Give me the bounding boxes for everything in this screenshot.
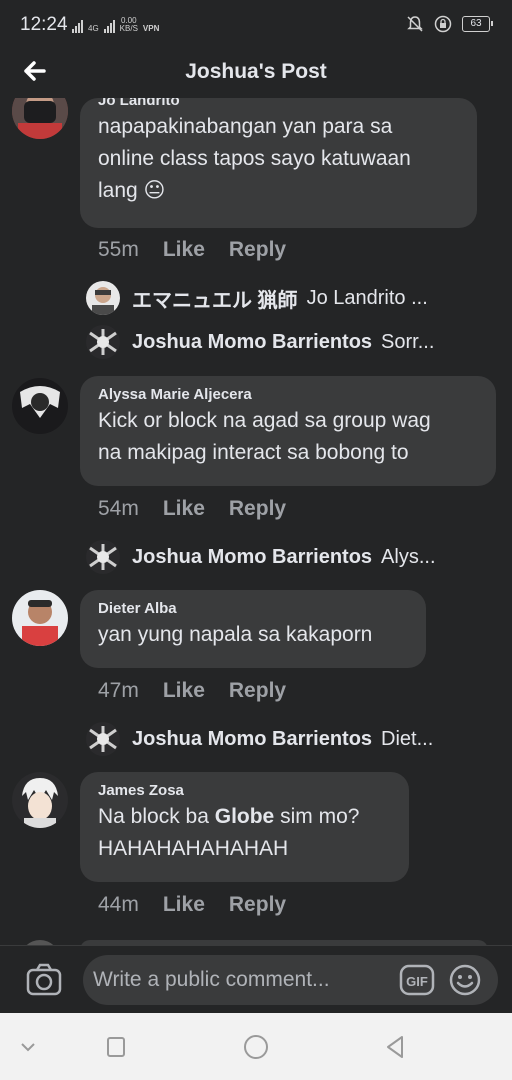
reply-avatar-image <box>86 540 120 574</box>
like-button[interactable]: Like <box>163 497 205 521</box>
like-button[interactable]: Like <box>163 893 205 917</box>
vpn-icon: VPN <box>142 24 160 33</box>
reply-text: Sorr... <box>381 330 435 353</box>
avatar[interactable] <box>12 590 68 646</box>
avatar[interactable] <box>12 98 68 139</box>
comment-bubble[interactable]: James Zosa Na block ba Globe sim mo? HAH… <box>80 772 409 882</box>
reply-button[interactable]: Reply <box>229 497 286 521</box>
reply-avatar <box>86 325 120 359</box>
reply-author: Joshua Momo Barrientos <box>132 330 373 353</box>
avatar-image <box>12 98 68 139</box>
battery-icon: 63 <box>462 16 493 32</box>
comment-composer: Write a public comment... GIF <box>0 945 512 1013</box>
reply-button[interactable]: Reply <box>229 893 286 917</box>
like-button[interactable]: Like <box>163 238 205 262</box>
reply-author: Joshua Momo Barrientos <box>132 727 373 750</box>
comment-bubble[interactable]: Alyssa Marie Aljecera Kick or block na a… <box>80 376 496 486</box>
status-time: 12:24 <box>20 14 68 35</box>
comment-time: 54m <box>98 497 139 520</box>
reply-author: Joshua Momo Barrientos <box>132 545 373 568</box>
comment-time: 55m <box>98 238 139 261</box>
comment-time: 44m <box>98 893 139 916</box>
post-header: Joshua's Post <box>0 50 512 98</box>
comment-actions: 55m Like Reply <box>98 238 286 262</box>
comment-actions: 54m Like Reply <box>98 497 286 521</box>
reply-author: エマニュエル 猟師 <box>132 289 298 312</box>
comment-text-part: sim mo? <box>274 805 360 828</box>
comment-author[interactable]: Dieter Alba <box>98 600 408 617</box>
comment-text-line: Na block ba Globe sim mo? <box>98 801 391 833</box>
camera-icon[interactable] <box>24 960 64 1000</box>
reply-text: Alys... <box>381 545 436 568</box>
reply-preview[interactable]: Joshua Momo Barrientos Sorr... <box>86 324 486 360</box>
comments-feed[interactable]: Jo Landrito napapakinabangan yan para sa… <box>0 98 512 945</box>
comment-author[interactable]: Jo Landrito <box>98 98 459 109</box>
comment-text-line: yan yung napala sa kakaporn <box>98 623 373 646</box>
reply-avatar <box>86 540 120 574</box>
avatar[interactable] <box>12 772 68 828</box>
reply-preview[interactable]: Joshua Momo Barrientos Alys... <box>86 539 486 575</box>
chevron-down-icon[interactable] <box>14 1033 42 1061</box>
reply-text: Jo Landrito ... <box>306 286 428 309</box>
reply-preview[interactable]: Joshua Momo Barrientos Diet... <box>86 721 486 757</box>
comment-text-line: Kick or block na agad sa group wag <box>98 409 431 432</box>
comment-text-line: lang 😐 <box>98 179 166 202</box>
avatar[interactable] <box>12 378 68 434</box>
speed-unit: KB/S <box>119 24 138 33</box>
comment-input-placeholder: Write a public comment... <box>93 968 330 991</box>
status-bar: 12:24 4G 0.00 KB/S VPN 63 <box>0 0 512 50</box>
reply-avatar-image <box>86 722 120 756</box>
avatar-image <box>12 772 68 828</box>
avatar-image <box>12 378 68 434</box>
triangle-back-icon[interactable] <box>382 1033 410 1061</box>
comment-text-bold: Globe <box>214 805 275 828</box>
reply-text: Diet... <box>381 727 434 750</box>
reply-avatar <box>86 722 120 756</box>
system-nav-bar <box>0 1013 512 1080</box>
signal-icon-2 <box>103 19 115 33</box>
reply-avatar <box>86 281 120 315</box>
emoji-icon[interactable] <box>448 963 482 997</box>
lock-rotation-icon <box>434 15 452 33</box>
circle-home-icon[interactable] <box>242 1033 270 1061</box>
square-recents-icon[interactable] <box>102 1033 130 1061</box>
signal-icon <box>72 19 83 33</box>
reply-button[interactable]: Reply <box>229 238 286 262</box>
avatar-image <box>12 590 68 646</box>
comment-author[interactable]: Alyssa Marie Aljecera <box>98 386 478 403</box>
comment-text-line: HAHAHAHAHAHAH <box>98 837 289 860</box>
comment-time: 47m <box>98 679 139 702</box>
network-indicators: 4G 0.00 KB/S VPN <box>72 17 159 33</box>
network-type: 4G <box>88 24 99 33</box>
reply-avatar-image <box>86 325 120 359</box>
comment-text-line: napapakinabangan yan para sa <box>98 115 393 138</box>
comment-actions: 47m Like Reply <box>98 679 286 703</box>
comment-bubble[interactable]: Jo Landrito napapakinabangan yan para sa… <box>80 98 477 228</box>
bell-muted-icon <box>407 16 423 32</box>
comment-text-part: Na block ba <box>98 805 215 828</box>
reply-avatar-image <box>86 281 120 315</box>
page-title: Joshua's Post <box>185 60 327 83</box>
reply-button[interactable]: Reply <box>229 679 286 703</box>
like-button[interactable]: Like <box>163 679 205 703</box>
comment-input[interactable]: Write a public comment... GIF <box>83 955 498 1005</box>
comment-text-line: na makipag interact sa bobong to <box>98 441 409 464</box>
data-speed: 0.00 KB/S <box>120 17 138 33</box>
reply-preview[interactable]: エマニュエル 猟師 Jo Landrito ... <box>86 280 486 316</box>
comment-bubble[interactable]: Dieter Alba yan yung napala sa kakaporn <box>80 590 426 668</box>
status-right: 63 <box>406 15 493 33</box>
comment-text-line: online class tapos sayo katuwaan <box>98 147 411 170</box>
comment-actions: 44m Like Reply <box>98 893 286 917</box>
gif-icon[interactable]: GIF <box>399 964 435 996</box>
gif-label: GIF <box>406 974 428 989</box>
comment-author[interactable]: James Zosa <box>98 782 391 799</box>
